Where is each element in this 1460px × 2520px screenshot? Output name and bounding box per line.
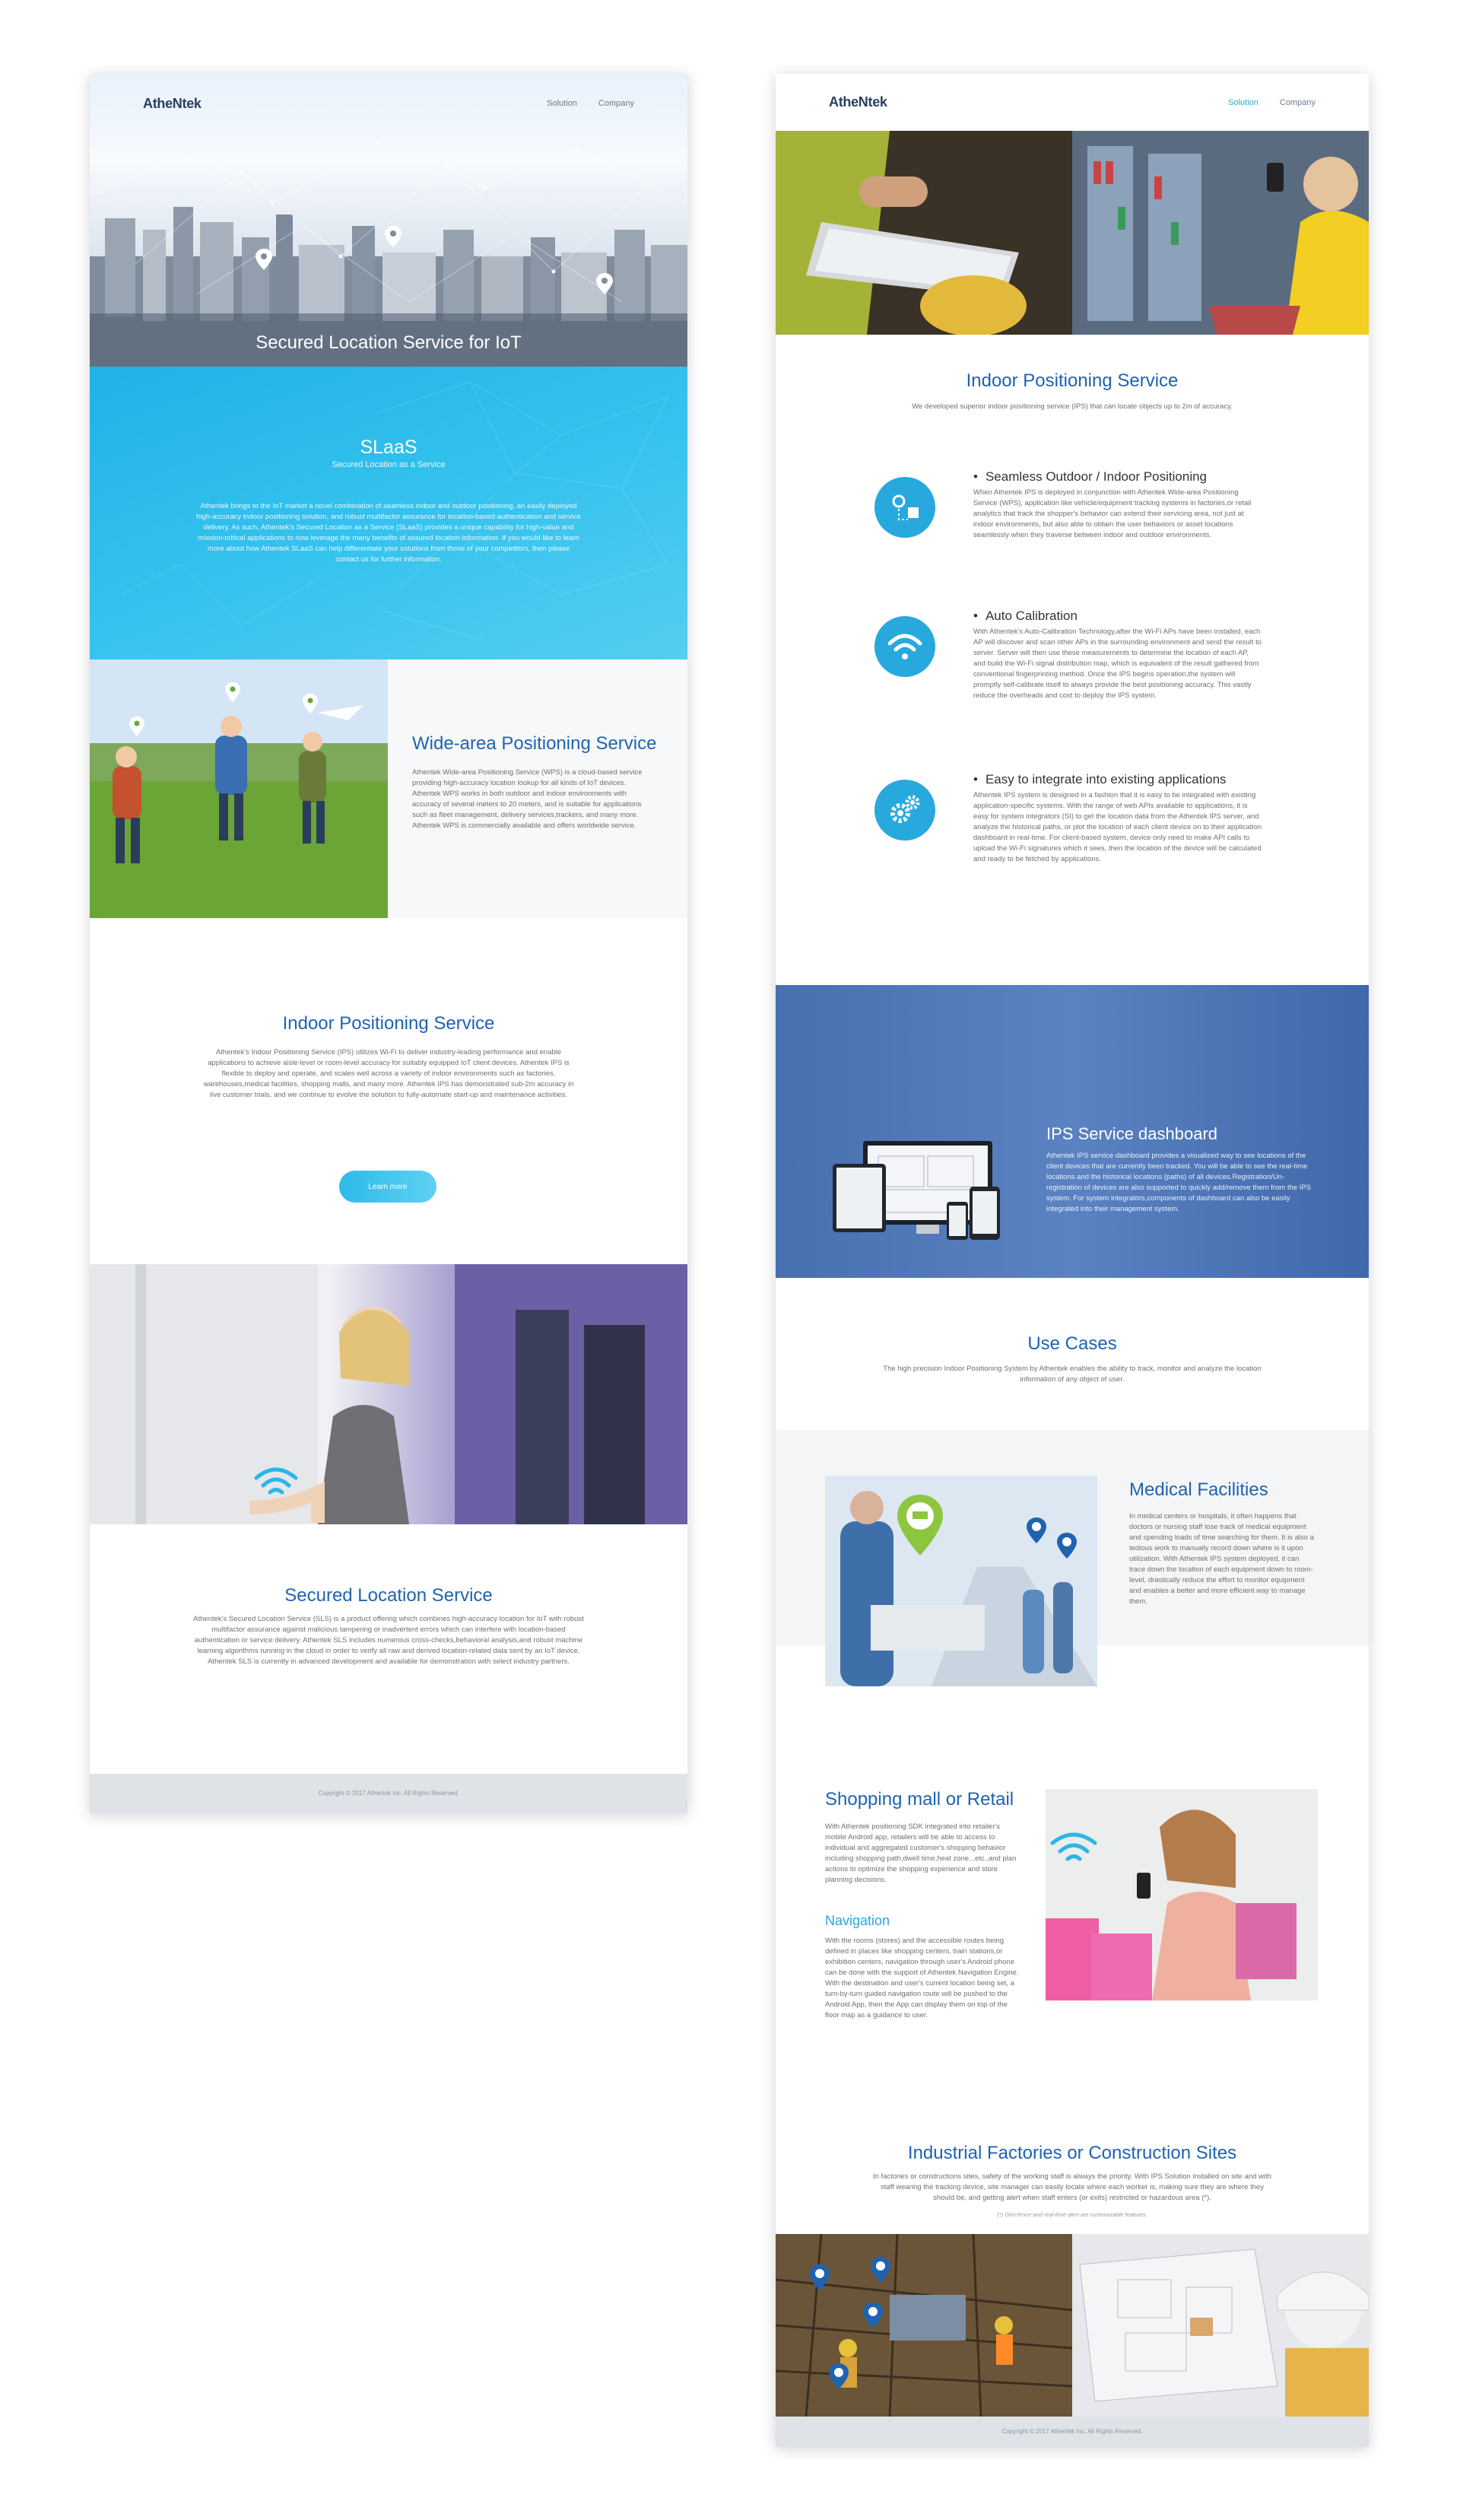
nav-company-link[interactable]: Company	[598, 99, 634, 108]
shopper-phone-photo	[1072, 131, 1369, 335]
navigation-subtitle: Navigation	[825, 1913, 890, 1928]
use-cases-section: Use Cases The high precision Indoor Posi…	[776, 1278, 1369, 1430]
feature-description: Athentek IPS system is designed in a fas…	[973, 791, 1262, 863]
location-pin-icon	[810, 2264, 830, 2290]
indoor-positioning-section: Indoor Positioning Service Athentek's In…	[90, 918, 687, 1264]
shopping-description: With Athentek positioning SDK integrated…	[825, 1822, 1017, 1884]
devices-dashboard-illustration	[833, 1141, 1000, 1240]
mockup-page-home: Secured Location Service for IoT AtheNte…	[90, 74, 687, 1813]
engineer-map-photo	[810, 2234, 1369, 2417]
construction-photo-pair	[776, 2233, 1369, 2417]
ips-dashboard-section: IPS Service dashboard Athentek IPS servi…	[776, 985, 1369, 1278]
slaas-description: Athentek brings to the IoT market a nove…	[196, 502, 581, 564]
mockup-page-solution: AtheNtek Solution Company Indoor Positio…	[776, 74, 1369, 2447]
feature-title: Easy to integrate into existing applicat…	[973, 772, 1227, 787]
slaas-title: SLaaS	[360, 437, 417, 458]
hospital-photo	[825, 1476, 1097, 1686]
wide-area-section: Wide-area Positioning Service Athentek W…	[388, 659, 687, 918]
shopping-title: Shopping mall or Retail	[825, 1789, 1014, 1810]
footer-copyright: Copyright © 2017 Athentek Inc. All Right…	[90, 1774, 687, 1813]
wifi-icon	[874, 616, 935, 677]
sls-description: Athentek's Secured Location Service (SLS…	[193, 1615, 584, 1666]
slaas-subtitle: Secured Location as a Service	[332, 460, 446, 469]
medical-description: In medical centers or hospitals, it ofte…	[1129, 1512, 1314, 1606]
construction-site-photo	[776, 2233, 1073, 2417]
wide-area-description: Athentek Wide-area Positioning Service (…	[412, 768, 643, 830]
location-pin-icon	[897, 1495, 943, 1556]
hospital-corridor-illustration	[825, 1476, 1097, 1686]
worker-tablet-photo	[776, 131, 1072, 336]
location-pin-icon	[863, 2302, 883, 2328]
map-marker-icon	[874, 477, 935, 538]
feature-title: Seamless Outdoor / Indoor Positioning	[973, 469, 1207, 485]
location-pin-icon	[385, 226, 402, 247]
nav-links: Solution Company	[1228, 98, 1316, 107]
nav-links: Solution Company	[547, 99, 634, 108]
feature-title: Auto Calibration	[973, 609, 1078, 624]
ips-title: Indoor Positioning Service	[282, 1013, 495, 1034]
nav-solution-link[interactable]: Solution	[547, 99, 577, 108]
nav-company-link[interactable]: Company	[1280, 98, 1316, 107]
shopper-bags-photo	[1046, 1789, 1318, 2000]
ips-title: Indoor Positioning Service	[966, 370, 1179, 391]
medical-facilities-section: Medical Facilities In medical centers or…	[776, 1430, 1369, 1686]
top-navigation: AtheNtek Solution Company	[90, 74, 687, 133]
office-scene-illustration	[90, 1264, 687, 1524]
location-pin-icon	[871, 2257, 890, 2283]
wifi-signal-icon	[1050, 1832, 1097, 1861]
location-pin-icon	[225, 682, 240, 702]
learn-more-button[interactable]: Learn more	[339, 1171, 436, 1203]
nav-solution-link[interactable]: Solution	[1228, 98, 1258, 107]
top-navigation: AtheNtek Solution Company	[776, 74, 1369, 131]
dashboard-title: IPS Service dashboard	[1046, 1124, 1218, 1143]
industrial-footnote: (*) Geo-fence and real-time alert are cu…	[997, 2211, 1147, 2218]
dashboard-description: Athentek IPS service dashboard provides …	[1046, 1152, 1311, 1213]
hero-photo-pair	[776, 131, 1369, 336]
ips-subtitle: We developed superior indoor positioning…	[912, 402, 1233, 411]
construction-site-illustration	[776, 2233, 1073, 2417]
shopping-retail-section: Shopping mall or Retail With Athentek po…	[776, 1789, 1369, 2078]
athentek-logo[interactable]: AtheNtek	[143, 96, 202, 112]
engineer-floor-map-illustration	[1072, 2234, 1369, 2417]
shopper-phone-illustration	[1072, 131, 1369, 335]
industrial-title: Industrial Factories or Construction Sit…	[907, 2143, 1237, 2163]
feature-description: When Athentek IPS is deployed in conjunc…	[973, 488, 1252, 539]
kids-playing-photo	[90, 659, 388, 918]
ips-description: Athentek's Indoor Positioning Service (I…	[203, 1048, 574, 1099]
location-pin-icon	[596, 273, 613, 294]
location-pin-icon	[256, 249, 272, 270]
use-cases-title: Use Cases	[1027, 1333, 1117, 1354]
slaas-section: SLaaS Secured Location as a Service Athe…	[90, 367, 687, 659]
location-pin-icon	[129, 717, 144, 736]
gears-icon	[874, 780, 935, 841]
feature-description: With Athentek's Auto-Calibration Technol…	[973, 628, 1262, 700]
location-pin-icon	[829, 2363, 849, 2389]
worker-tablet-illustration	[776, 131, 1072, 336]
hero-title: Secured Location Service for IoT	[256, 332, 522, 353]
businesswoman-photo	[90, 1264, 687, 1524]
location-pin-icon	[1057, 1533, 1077, 1559]
location-pin-icon	[303, 694, 318, 713]
navigation-description: With the rooms (stores) and the accessib…	[825, 1937, 1019, 2019]
industrial-description: In factories or constructions sites, saf…	[873, 2172, 1271, 2202]
athentek-logo[interactable]: AtheNtek	[829, 94, 887, 110]
location-pin-icon	[1027, 1517, 1046, 1543]
secured-location-section: Secured Location Service Athentek's Secu…	[90, 1524, 687, 1774]
use-cases-description: The high precision Indoor Positioning Sy…	[883, 1365, 1262, 1384]
medical-title: Medical Facilities	[1129, 1479, 1268, 1500]
industrial-section: Industrial Factories or Construction Sit…	[776, 2143, 1369, 2242]
wifi-signal-icon	[254, 1467, 298, 1495]
wide-area-title: Wide-area Positioning Service	[412, 733, 657, 754]
footer-copyright: Copyright © 2017 Athentek Inc. All Right…	[776, 2417, 1369, 2447]
shopper-bags-illustration	[1046, 1789, 1318, 2000]
sls-title: Secured Location Service	[284, 1585, 493, 1606]
